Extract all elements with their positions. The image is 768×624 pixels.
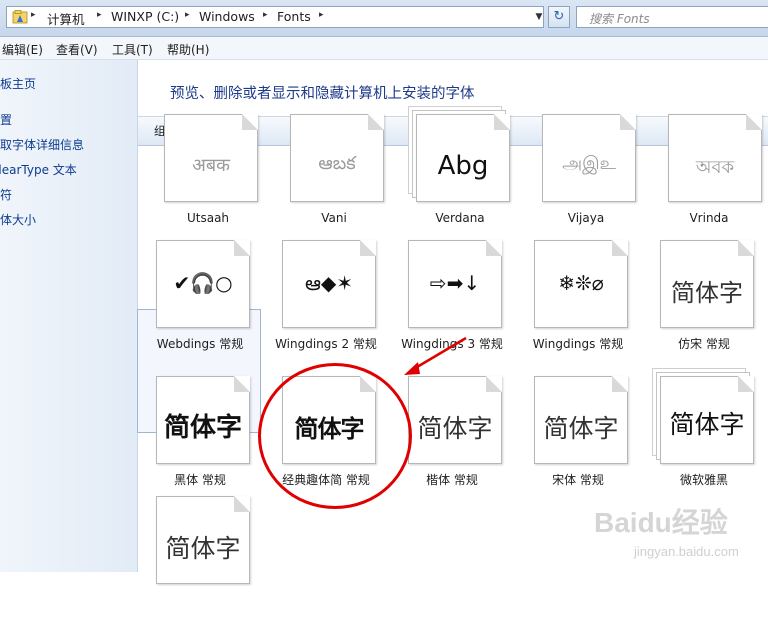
get-font-info-link[interactable]: 获取字体详细信息 [0,136,84,153]
font-tile[interactable]: ❄❊⌀ Wingdings 常规 [516,240,636,368]
font-sample: ఆబక [318,153,356,174]
font-file-icon: Abg [416,114,510,202]
font-size-link[interactable]: 字体大小 [0,211,36,228]
font-name-label: Webdings 常规 [156,337,244,351]
menu-tools[interactable]: 工具(T) [112,41,153,58]
chevron-right-icon[interactable]: ▸ [31,10,36,20]
watermark-url: jingyan.baidu.com [633,544,739,559]
font-name-label: 黑体 常规 [174,473,226,487]
font-sample: 简体字 [671,279,743,307]
font-tile[interactable]: 简体字 黑体 常规 [138,376,258,504]
font-file-icon: 简体字 [156,376,250,464]
font-sample: ఆ◆✶ [304,271,354,295]
font-tile[interactable]: 简体字 仿宋 常规 [642,240,762,368]
font-tile[interactable]: 简体字 [138,496,258,624]
font-tile[interactable]: অবক Vrinda [650,114,768,242]
font-name-label: Wingdings 3 常规 [401,337,503,351]
font-sample: अबक [192,155,230,176]
red-circle-annotation [258,363,412,509]
menu-bar: 编辑(E) 查看(V) 工具(T) 帮助(H) [0,37,768,60]
page-title: 预览、删除或者显示和隐藏计算机上安装的字体 [170,86,475,102]
left-task-pane: 制板主页 设置 获取字体详细信息 ClearType 文本 字符 字体大小 [0,60,138,572]
chevron-right-icon[interactable]: ▸ [263,10,268,20]
font-tile[interactable]: Abg Verdana [398,106,518,242]
breadcrumb-computer[interactable]: 计算机 [47,9,85,28]
font-tile[interactable]: अबक Utsaah [146,114,266,242]
font-file-icon: 简体字 [660,376,754,464]
font-file-icon: ఆ◆✶ [282,240,376,328]
font-name-label: 楷体 常规 [426,473,478,487]
control-panel-home-link[interactable]: 制板主页 [0,75,36,92]
font-tile[interactable]: ఆ◆✶ Wingdings 2 常规 [264,240,384,368]
search-input[interactable]: 搜索 Fonts [576,6,768,28]
font-file-icon: अबक [164,114,258,202]
font-name-label: Vrinda [689,211,729,225]
watermark-text: Baidu经验 [594,506,728,538]
font-sample: 简体字 [163,413,242,443]
font-tile[interactable]: ✔🎧○ Webdings 常规 [138,240,258,368]
font-file-icon: 简体字 [156,496,250,584]
breadcrumb-fonts[interactable]: Fonts [277,9,311,24]
font-name-label: 仿宋 常规 [678,337,730,351]
address-dropdown-icon[interactable]: ▼ [532,9,546,25]
font-sample: Abg [437,151,489,181]
refresh-icon: ↻ [553,9,565,24]
address-box[interactable]: ▸ 计算机 ▸ WINXP (C:) ▸ Windows ▸ Fonts ▸ ▼ [6,6,544,28]
font-sample: ✔🎧○ [173,271,233,295]
font-tile[interactable]: ఆబక Vani [272,114,392,242]
baidu-watermark: Baidu经验 jingyan.baidu.com [594,506,739,559]
chevron-right-icon[interactable]: ▸ [185,10,190,20]
breadcrumb-drive[interactable]: WINXP (C:) [111,9,179,24]
font-name-label: Utsaah [186,211,230,225]
font-tile[interactable]: ⇨➡↓ Wingdings 3 常规 [390,240,510,368]
font-file-icon: 简体字 [534,376,628,464]
font-name-label: Vani [321,211,347,225]
font-name-label: Wingdings 2 常规 [275,337,377,351]
chevron-right-icon[interactable]: ▸ [97,10,102,20]
font-file-icon: 简体字 [408,376,502,464]
font-settings-link[interactable]: 设置 [0,111,12,128]
breadcrumb-windows[interactable]: Windows [199,9,255,24]
font-file-icon: ✔🎧○ [156,240,250,328]
search-placeholder: 搜索 Fonts [589,12,650,26]
cleartype-link[interactable]: ClearType 文本 [0,161,77,178]
font-file-icon: ❄❊⌀ [534,240,628,328]
font-sample: அஇஉ [562,153,616,174]
menu-view[interactable]: 查看(V) [56,41,98,58]
font-file-icon: অবক [668,114,762,202]
font-sample: অবক [695,157,735,178]
font-sample: 简体字 [417,414,493,443]
font-sample: 简体字 [165,534,241,563]
font-file-icon: ఆబక [290,114,384,202]
font-sample: ⇨➡↓ [429,271,481,295]
font-tile[interactable]: அஇஉ Vijaya [524,114,644,242]
font-sample: ❄❊⌀ [558,271,604,295]
font-sample: 简体字 [669,410,745,439]
chevron-right-icon[interactable]: ▸ [319,10,324,20]
address-bar: ▸ 计算机 ▸ WINXP (C:) ▸ Windows ▸ Fonts ▸ ▼… [0,0,768,37]
font-name-label: Wingdings 常规 [532,337,624,351]
font-name-label: Vijaya [567,211,605,225]
font-tile[interactable]: 简体字 宋体 常规 [516,376,636,504]
menu-edit[interactable]: 编辑(E) [2,41,43,58]
font-file-icon: 简体字 [660,240,754,328]
computer-folder-icon [12,10,28,24]
font-name-label: Verdana [435,211,485,225]
font-tile[interactable]: 简体字 微软雅黑 [642,368,762,504]
font-file-icon: அஇஉ [542,114,636,202]
menu-help[interactable]: 帮助(H) [167,41,209,58]
font-name-label: 宋体 常规 [552,473,604,487]
font-name-label: 微软雅黑 [679,473,728,487]
font-sample: 简体字 [543,414,619,443]
refresh-button[interactable]: ↻ [548,6,570,28]
font-file-icon: ⇨➡↓ [408,240,502,328]
character-map-link[interactable]: 字符 [0,186,12,203]
